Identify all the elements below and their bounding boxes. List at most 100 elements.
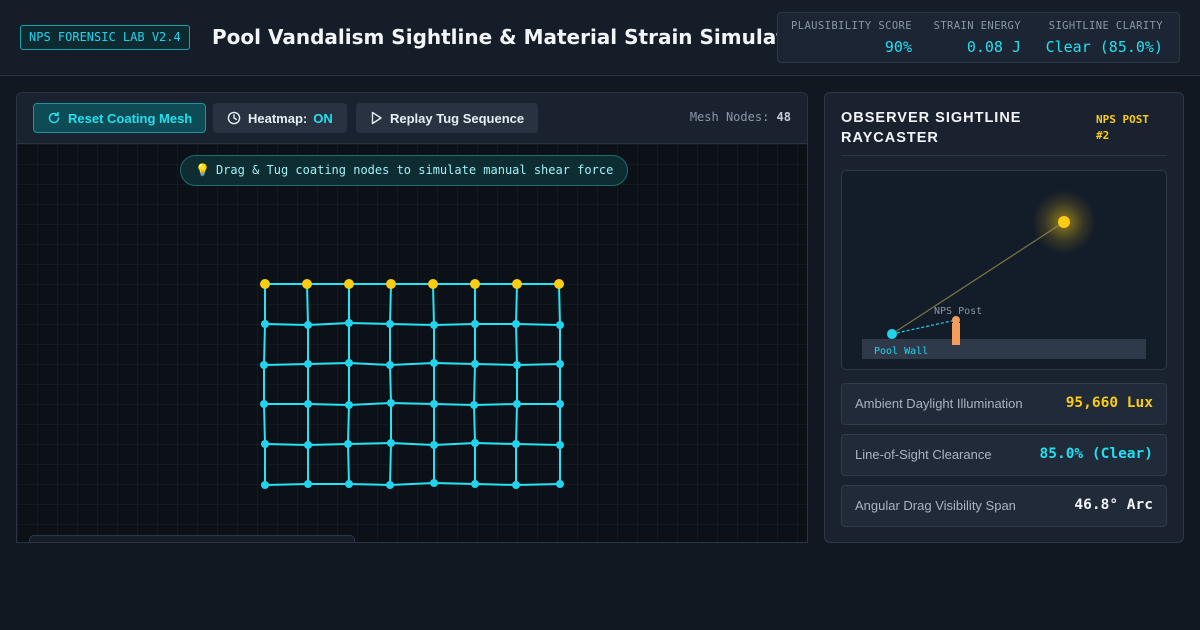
mesh-node[interactable] <box>556 441 564 449</box>
mesh-node[interactable] <box>471 320 479 328</box>
mesh-node[interactable] <box>512 440 520 448</box>
mesh-edge <box>474 483 517 486</box>
mesh-edge <box>433 403 475 406</box>
post-tag: NPS POST #2 <box>1096 113 1149 142</box>
mesh-edge <box>515 283 518 325</box>
stats-panel: PLAUSIBILITY SCORE 90% STRAIN ENERGY 0.0… <box>777 12 1180 63</box>
mesh-node[interactable] <box>386 361 394 369</box>
sun-icon <box>1058 216 1070 228</box>
reset-coating-mesh-button[interactable]: Reset Coating Mesh <box>33 103 207 133</box>
mesh-node[interactable] <box>304 321 312 329</box>
metric-value: 95,660 Lux <box>1065 395 1153 411</box>
drag-hint: 💡 Drag & Tug coating nodes to simulate ma… <box>180 155 629 186</box>
mesh-edge <box>348 362 391 366</box>
mesh-edge <box>433 323 476 326</box>
stat-label: STRAIN ENERGY <box>933 20 1021 32</box>
mesh-node[interactable] <box>512 320 520 328</box>
mesh-nodes-value: 48 <box>776 110 791 124</box>
hint-text: Drag & Tug coating nodes to simulate man… <box>215 163 614 177</box>
mesh-anchor-node[interactable] <box>386 279 396 289</box>
post-head <box>952 316 960 324</box>
mesh-node[interactable] <box>512 481 520 489</box>
mesh-edge <box>473 403 518 406</box>
mesh-edge <box>389 442 392 486</box>
mesh-anchor-node[interactable] <box>344 279 354 289</box>
mesh-node[interactable] <box>386 481 394 489</box>
mesh-edge <box>264 323 309 326</box>
mesh-node[interactable] <box>261 440 269 448</box>
mesh-node[interactable] <box>386 320 394 328</box>
stat-value: 0.08 J <box>966 38 1021 56</box>
mesh-edge <box>515 483 561 486</box>
sightline-scene: Pool Wall NPS Post <box>841 170 1167 370</box>
mesh-edge <box>558 283 561 326</box>
mesh-edge <box>433 442 476 446</box>
mesh-nodes-label: Mesh Nodes: <box>689 110 770 124</box>
sightline-panel: OBSERVER SIGHTLINE RAYCASTER NPS POST #2… <box>824 92 1184 543</box>
mesh-anchor-node[interactable] <box>470 279 480 289</box>
simulation-panel: Reset Coating Mesh Heatmap: ON Replay Tu… <box>16 92 808 543</box>
metric-line-of-sight: Line-of-Sight Clearance 85.0% (Clear) <box>841 434 1167 476</box>
mesh-node[interactable] <box>556 400 564 408</box>
mesh-node[interactable] <box>513 400 521 408</box>
mesh-edge <box>347 442 392 445</box>
metric-label: Angular Drag Visibility Span <box>855 498 1016 513</box>
mesh-node[interactable] <box>430 441 438 449</box>
stat-value: 90% <box>884 38 912 56</box>
mesh-edge <box>347 404 350 445</box>
stat-strain-energy: STRAIN ENERGY 0.08 J <box>934 20 1021 56</box>
mesh-node[interactable] <box>430 321 438 329</box>
mesh-anchor-node[interactable] <box>260 279 270 289</box>
mesh-canvas[interactable]: 💡 Drag & Tug coating nodes to simulate ma… <box>17 144 808 543</box>
mesh-anchor-node[interactable] <box>428 279 438 289</box>
coating-mesh[interactable] <box>17 144 808 543</box>
mesh-edge <box>389 362 435 366</box>
mesh-edge <box>306 283 309 326</box>
mesh-edge <box>307 443 349 446</box>
mesh-node[interactable] <box>430 359 438 367</box>
mesh-edge <box>389 283 392 325</box>
mesh-node[interactable] <box>344 440 352 448</box>
replay-tug-sequence-button[interactable]: Replay Tug Sequence <box>356 103 539 133</box>
mesh-node[interactable] <box>387 439 395 447</box>
mesh-anchor-node[interactable] <box>554 279 564 289</box>
mesh-node[interactable] <box>261 481 269 489</box>
mesh-anchor-node[interactable] <box>512 279 522 289</box>
mesh-node[interactable] <box>304 360 312 368</box>
mesh-node[interactable] <box>304 441 312 449</box>
mesh-node[interactable] <box>430 400 438 408</box>
mesh-node[interactable] <box>471 439 479 447</box>
mesh-node[interactable] <box>556 321 564 329</box>
mesh-node[interactable] <box>470 401 478 409</box>
mesh-node[interactable] <box>471 480 479 488</box>
nps-post <box>952 323 960 345</box>
mesh-node[interactable] <box>556 480 564 488</box>
replay-button-label: Replay Tug Sequence <box>390 110 525 126</box>
mesh-node[interactable] <box>471 360 479 368</box>
stat-value: Clear (85.0%) <box>1045 38 1163 56</box>
mesh-node[interactable] <box>345 401 353 409</box>
mesh-node[interactable] <box>345 359 353 367</box>
mesh-node[interactable] <box>430 479 438 487</box>
mesh-node[interactable] <box>260 361 268 369</box>
mesh-node[interactable] <box>387 399 395 407</box>
mesh-node[interactable] <box>513 361 521 369</box>
heatmap-toggle-button[interactable]: Heatmap: ON <box>213 103 347 133</box>
mesh-edge <box>263 323 266 366</box>
mesh-edge <box>432 283 435 326</box>
mesh-node[interactable] <box>261 320 269 328</box>
mesh-node[interactable] <box>304 480 312 488</box>
mesh-edge <box>473 404 476 444</box>
mesh-edge <box>515 323 561 326</box>
mesh-node[interactable] <box>556 360 564 368</box>
mesh-node[interactable] <box>260 400 268 408</box>
mesh-node[interactable] <box>345 319 353 327</box>
observer-point <box>887 329 897 339</box>
mesh-node[interactable] <box>304 400 312 408</box>
mesh-anchor-node[interactable] <box>302 279 312 289</box>
mesh-edge <box>347 443 350 485</box>
mesh-edge <box>264 443 309 446</box>
toolbar: Reset Coating Mesh Heatmap: ON Replay Tu… <box>17 93 807 144</box>
mesh-node[interactable] <box>345 480 353 488</box>
mesh-node-count: Mesh Nodes: 48 <box>690 110 791 124</box>
